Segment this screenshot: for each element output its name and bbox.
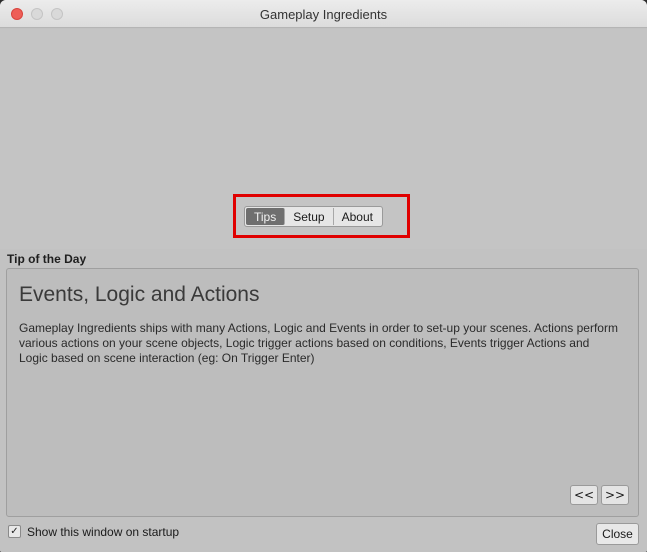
window-title: Gameplay Ingredients bbox=[259, 7, 388, 22]
next-tip-button[interactable]: >> bbox=[601, 485, 629, 505]
footer: ✓ Show this window on startup Close bbox=[0, 520, 647, 552]
previous-tip-button[interactable]: << bbox=[570, 485, 598, 505]
section-label: Tip of the Day bbox=[7, 252, 87, 266]
checkmark-icon: ✓ bbox=[10, 526, 19, 537]
show-on-startup-checkbox[interactable]: ✓ bbox=[8, 525, 21, 538]
show-on-startup-label: Show this window on startup bbox=[27, 525, 180, 539]
tab-bar: Tips Setup About bbox=[244, 206, 383, 227]
tab-setup[interactable]: Setup bbox=[285, 208, 334, 225]
tip-panel: Events, Logic and Actions Gameplay Ingre… bbox=[6, 268, 639, 517]
tab-about[interactable]: About bbox=[334, 208, 381, 225]
tip-title: Events, Logic and Actions bbox=[19, 283, 260, 306]
title-bar[interactable]: Gameplay Ingredients bbox=[0, 0, 647, 28]
window: Gameplay Ingredients Tips Setup About Ti… bbox=[0, 0, 647, 552]
tip-body: Gameplay Ingredients ships with many Act… bbox=[19, 321, 618, 365]
close-button[interactable]: Close bbox=[596, 523, 639, 545]
tab-tips[interactable]: Tips bbox=[246, 208, 286, 225]
